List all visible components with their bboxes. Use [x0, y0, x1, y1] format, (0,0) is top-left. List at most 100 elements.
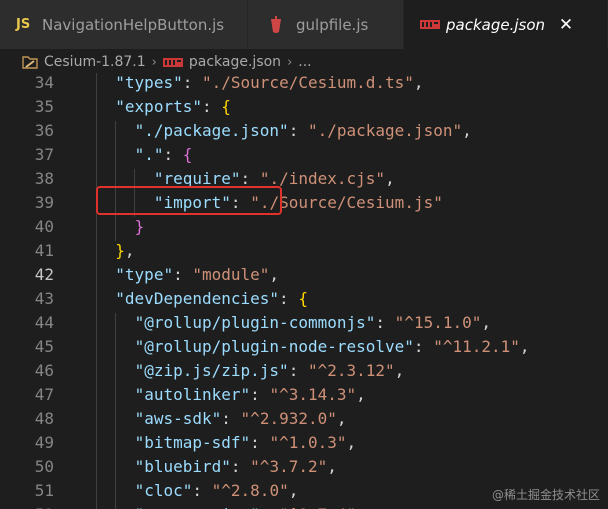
tab-gulpfile[interactable]: gulpfile.js: [248, 0, 404, 49]
indent-guide: [96, 432, 97, 457]
breadcrumb-folder[interactable]: Cesium-1.87.1: [44, 54, 146, 70]
code-text: "autolinker": "^3.14.3",: [96, 384, 366, 409]
folder-icon: [22, 55, 38, 69]
code-text: "devDependencies": {: [96, 288, 308, 313]
code-line-45[interactable]: 45 "@rollup/plugin-node-resolve": "^11.2…: [0, 334, 608, 361]
indent-guide: [96, 312, 97, 337]
code-text: "require": "./index.cjs",: [96, 168, 395, 193]
code-text: "cloc": "^2.8.0",: [96, 480, 298, 505]
breadcrumb-file[interactable]: package.json: [189, 54, 281, 70]
line-number: 46: [34, 360, 54, 380]
indent-guide: [96, 384, 97, 409]
code-text: "bluebird": "^3.7.2",: [96, 456, 337, 481]
code-text: "compression": "^1.7.4",: [96, 504, 366, 509]
indent-guide: [115, 456, 117, 481]
indent-guide: [115, 312, 117, 337]
code-line-46[interactable]: 46 "@zip.js/zip.js": "^2.3.12",: [0, 358, 608, 385]
indent-guide: [115, 216, 117, 241]
line-number: 40: [34, 216, 54, 236]
code-line-48[interactable]: 48 "aws-sdk": "^2.932.0",: [0, 406, 608, 433]
close-icon[interactable]: ✕: [557, 15, 575, 35]
indent-guide: [96, 240, 97, 265]
code-text: },: [96, 240, 135, 265]
code-line-34[interactable]: 34 "types": "./Source/Cesium.d.ts",: [0, 70, 608, 97]
tab-package-json[interactable]: package.json ✕: [404, 0, 608, 49]
code-text: "bitmap-sdf": "^1.0.3",: [96, 432, 356, 457]
indent-guide: [115, 504, 117, 509]
indent-guide: [96, 264, 97, 289]
indent-guide: [96, 336, 97, 361]
npm-icon: [162, 57, 183, 67]
tab-label: package.json: [446, 15, 546, 34]
indent-guide: [115, 480, 117, 505]
code-line-41[interactable]: 41 },: [0, 238, 608, 265]
indent-guide: [96, 504, 97, 509]
code-line-35[interactable]: 35 "exports": {: [0, 94, 608, 121]
indent-guide: [96, 288, 97, 313]
indent-guide: [115, 192, 117, 217]
code-text: "type": "module",: [96, 264, 279, 289]
line-number: 38: [34, 168, 54, 188]
code-line-44[interactable]: 44 "@rollup/plugin-commonjs": "^15.1.0",: [0, 310, 608, 337]
chevron-right-icon: ›: [287, 54, 293, 70]
indent-guide: [134, 192, 136, 217]
tab-label: gulpfile.js: [296, 15, 369, 34]
tab-label: NavigationHelpButton.js: [42, 15, 225, 34]
line-number: 44: [34, 312, 54, 332]
code-line-50[interactable]: 50 "bluebird": "^3.7.2",: [0, 454, 608, 481]
line-number: 35: [34, 96, 54, 116]
code-line-42[interactable]: 42 "type": "module",: [0, 262, 608, 289]
vscode-window: JS NavigationHelpButton.js gulpfile.js p…: [0, 0, 608, 509]
indent-guide: [96, 120, 97, 145]
line-number: 50: [34, 456, 54, 476]
indent-guide: [115, 408, 117, 433]
line-number: 45: [34, 336, 54, 356]
indent-guide: [96, 216, 97, 241]
code-text: "aws-sdk": "^2.932.0",: [96, 408, 347, 433]
code-text: "@zip.js/zip.js": "^2.3.12",: [96, 360, 404, 385]
indent-guide: [115, 336, 117, 361]
code-line-40[interactable]: 40 }: [0, 214, 608, 241]
line-number: 52: [0, 505, 54, 509]
code-text: "import": "./Source/Cesium.js": [96, 192, 443, 217]
line-number: 48: [34, 408, 54, 428]
line-number: 34: [34, 72, 54, 92]
breadcrumb-symbol[interactable]: ...: [298, 54, 311, 70]
code-line-47[interactable]: 47 "autolinker": "^3.14.3",: [0, 382, 608, 409]
code-text: }: [96, 216, 144, 241]
code-line-43[interactable]: 43 "devDependencies": {: [0, 286, 608, 313]
indent-guide: [96, 408, 97, 433]
indent-guide: [115, 360, 117, 385]
indent-guide: [96, 168, 97, 193]
code-line-39[interactable]: 39 "import": "./Source/Cesium.js": [0, 190, 608, 217]
indent-guide: [134, 168, 136, 193]
npm-icon: [420, 20, 442, 29]
indent-guide: [115, 168, 117, 193]
code-line-38[interactable]: 38 "require": "./index.cjs",: [0, 166, 608, 193]
chevron-right-icon: ›: [151, 54, 157, 70]
indent-guide: [96, 360, 97, 385]
code-line-52[interactable]: 52 "compression": "^1.7.4",: [0, 502, 608, 509]
line-number: 49: [34, 432, 54, 452]
line-number: 39: [34, 192, 54, 212]
code-text: "types": "./Source/Cesium.d.ts",: [96, 72, 424, 97]
line-number: 41: [34, 240, 54, 260]
indent-guide: [115, 144, 117, 169]
indent-guide: [96, 96, 97, 121]
indent-guide: [115, 384, 117, 409]
indent-guide: [96, 456, 97, 481]
indent-guide: [96, 192, 97, 217]
indent-guide: [96, 72, 97, 97]
code-line-49[interactable]: 49 "bitmap-sdf": "^1.0.3",: [0, 430, 608, 457]
indent-guide: [115, 432, 117, 457]
code-text: "@rollup/plugin-node-resolve": "^11.2.1"…: [96, 336, 530, 361]
line-number: 43: [34, 288, 54, 308]
watermark: @稀土掘金技术社区: [491, 488, 600, 502]
indent-guide: [96, 144, 97, 169]
line-number: 36: [34, 120, 54, 140]
code-line-37[interactable]: 37 ".": {: [0, 142, 608, 169]
code-line-36[interactable]: 36 "./package.json": "./package.json",: [0, 118, 608, 145]
tab-navigation-help-button[interactable]: JS NavigationHelpButton.js: [0, 0, 248, 49]
code-editor[interactable]: 34 "types": "./Source/Cesium.d.ts", 35 "e…: [0, 70, 608, 509]
indent-guide: [96, 480, 97, 505]
